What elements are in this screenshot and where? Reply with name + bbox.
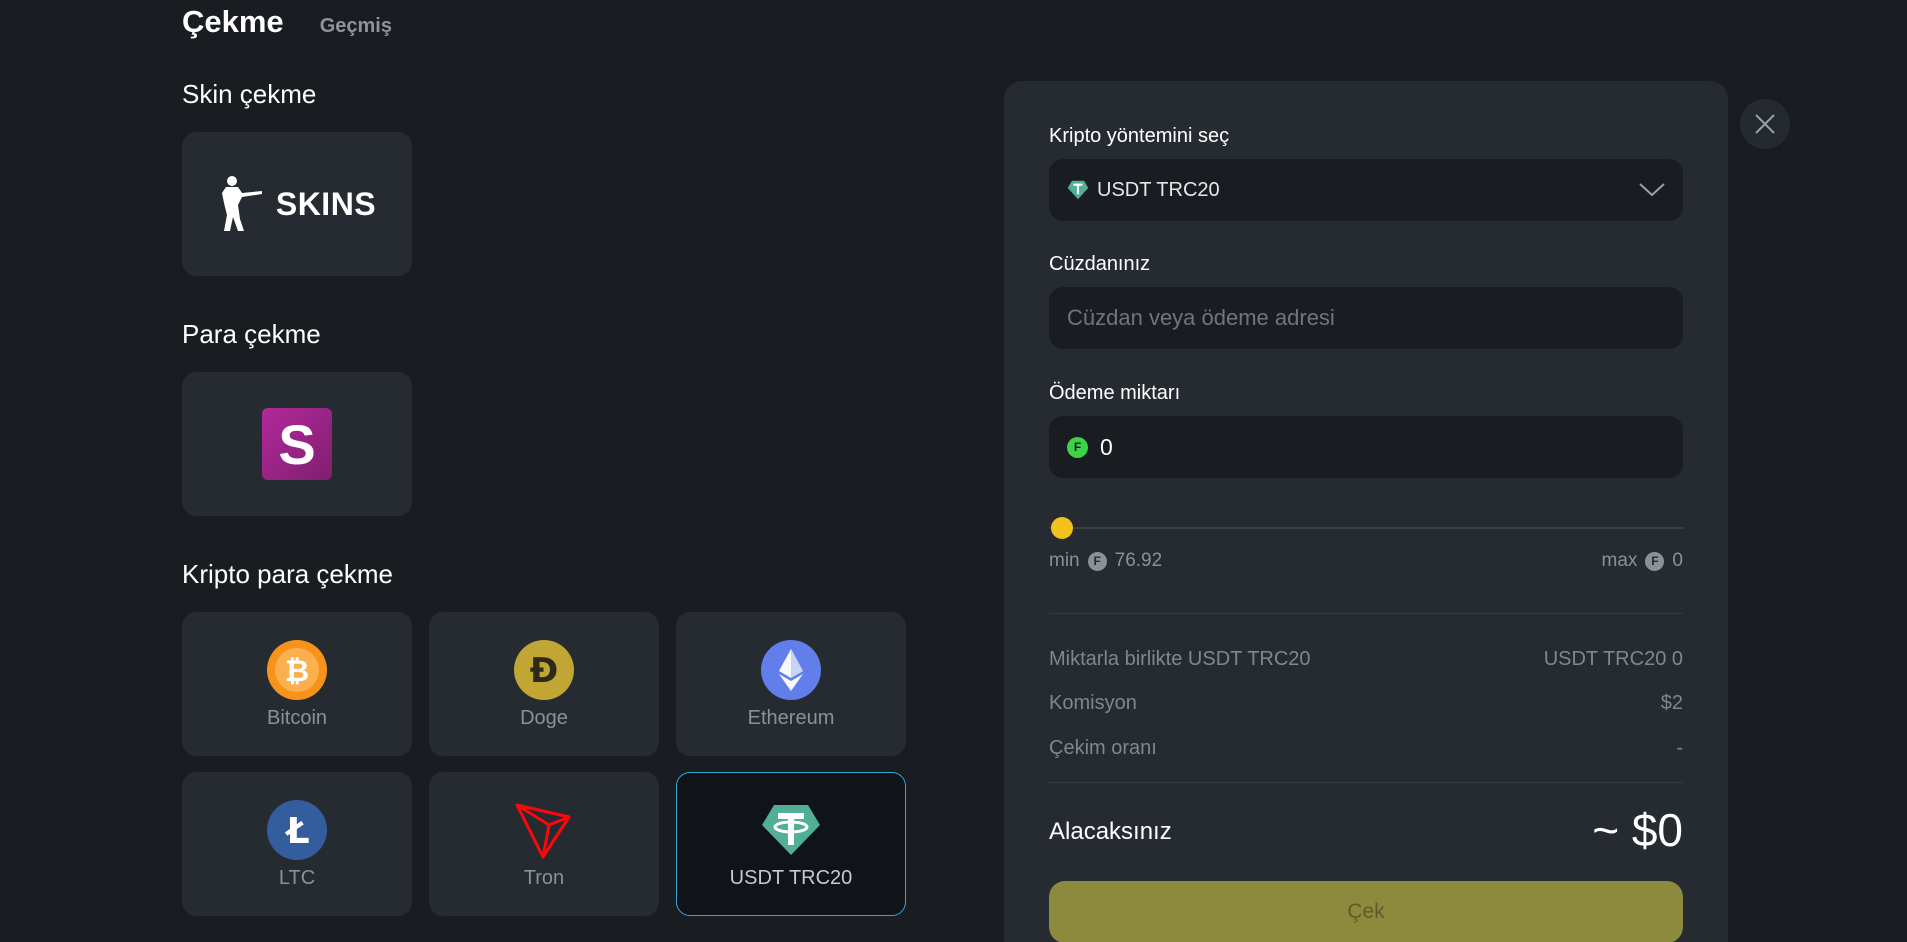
page-header: Çekme Geçmiş (182, 4, 392, 40)
coin-card-ethereum[interactable]: Ethereum (676, 612, 906, 756)
close-icon (1755, 114, 1775, 134)
skins-withdraw-card[interactable]: SKINS (182, 132, 412, 276)
tether-icon (762, 804, 820, 855)
tab-history[interactable]: Geçmiş (320, 15, 392, 38)
soldier-icon (221, 176, 262, 231)
summary-row-commission: Komisyon $2 (1049, 692, 1683, 715)
amount-slider-track[interactable] (1049, 527, 1683, 529)
summary-value: - (1676, 737, 1683, 759)
ethereum-icon (761, 639, 821, 700)
crypto-method-select[interactable]: USDT TRC20 (1049, 159, 1683, 221)
coin-label: LTC (278, 866, 316, 889)
summary-row-amount: Miktarla birlikte USDT TRC20 USDT TRC20 … (1049, 648, 1683, 671)
fiat-section-title: Para çekme (182, 319, 321, 349)
divider (1049, 613, 1683, 614)
tron-icon (515, 803, 571, 858)
svg-text:Ł: Ł (284, 811, 309, 852)
summary-label: Komisyon (1049, 692, 1137, 714)
close-button[interactable] (1740, 99, 1790, 149)
bitcoin-icon: ₿ (267, 639, 327, 700)
svg-text:Đ: Đ (530, 651, 559, 691)
coin-card-ltc[interactable]: Ł LTC (182, 772, 412, 916)
summary-label: Miktarla birlikte USDT TRC20 (1049, 648, 1311, 670)
method-selected-value: USDT TRC20 (1097, 178, 1220, 201)
summary-label: Çekim oranı (1049, 737, 1157, 759)
coin-card-bitcoin[interactable]: ₿ Bitcoin (182, 612, 412, 756)
crypto-section-title: Kripto para çekme (182, 559, 393, 589)
amount-field[interactable]: F 0 (1049, 416, 1683, 478)
skins-section-title: Skin çekme (182, 79, 317, 109)
summary-value: USDT TRC20 0 (1543, 648, 1683, 670)
amount-slider-thumb[interactable] (1051, 517, 1073, 539)
tether-icon (1067, 180, 1089, 200)
slider-max-value: 0 (1672, 550, 1683, 571)
summary-value: $2 (1660, 692, 1683, 714)
doge-icon: Đ (514, 639, 574, 700)
svg-text:₿: ₿ (285, 654, 309, 689)
chevron-down-icon (1639, 183, 1665, 197)
method-label: Kripto yöntemini seç (1049, 125, 1230, 147)
coin-currency-icon: F (1087, 551, 1107, 571)
slider-max-label: max (1601, 550, 1638, 571)
wallet-field[interactable] (1049, 287, 1683, 349)
coin-label: Ethereum (747, 706, 835, 729)
amount-input[interactable]: 0 (1100, 434, 1113, 461)
coin-label: Tron (523, 866, 565, 889)
coin-label: USDT TRC20 (729, 866, 853, 889)
coin-currency-icon: F (1645, 551, 1665, 571)
withdraw-button[interactable]: Çek (1049, 881, 1683, 942)
coin-card-usdt-trc20[interactable]: USDT TRC20 (676, 772, 906, 916)
amount-label: Ödeme miktarı (1049, 382, 1181, 404)
skrill-withdraw-card[interactable]: S (182, 372, 412, 516)
coin-label: Doge (520, 706, 568, 729)
slider-max: max F 0 (1602, 550, 1683, 572)
slider-min: min F 76.92 (1049, 550, 1162, 572)
skins-logo-text: SKINS (275, 185, 377, 222)
receive-value: ~ $0 (1592, 804, 1683, 856)
skins-logo: SKINS (218, 175, 376, 233)
coin-card-tron[interactable]: Tron (429, 772, 659, 916)
litecoin-icon: Ł (267, 799, 327, 860)
slider-min-label: min (1049, 550, 1080, 571)
wallet-input[interactable] (1067, 305, 1665, 331)
skrill-logo-icon: S (262, 408, 332, 480)
slider-min-value: 76.92 (1114, 550, 1163, 571)
divider (1049, 782, 1683, 783)
receive-label: Alacaksınız (1049, 818, 1172, 845)
coin-label: Bitcoin (266, 706, 328, 729)
coin-currency-icon: F (1067, 436, 1088, 458)
page-title: Çekme (182, 4, 284, 39)
wallet-label: Cüzdanınız (1049, 253, 1151, 275)
coin-card-doge[interactable]: Đ Doge (429, 612, 659, 756)
summary-row-rate: Çekim oranı - (1049, 737, 1683, 760)
